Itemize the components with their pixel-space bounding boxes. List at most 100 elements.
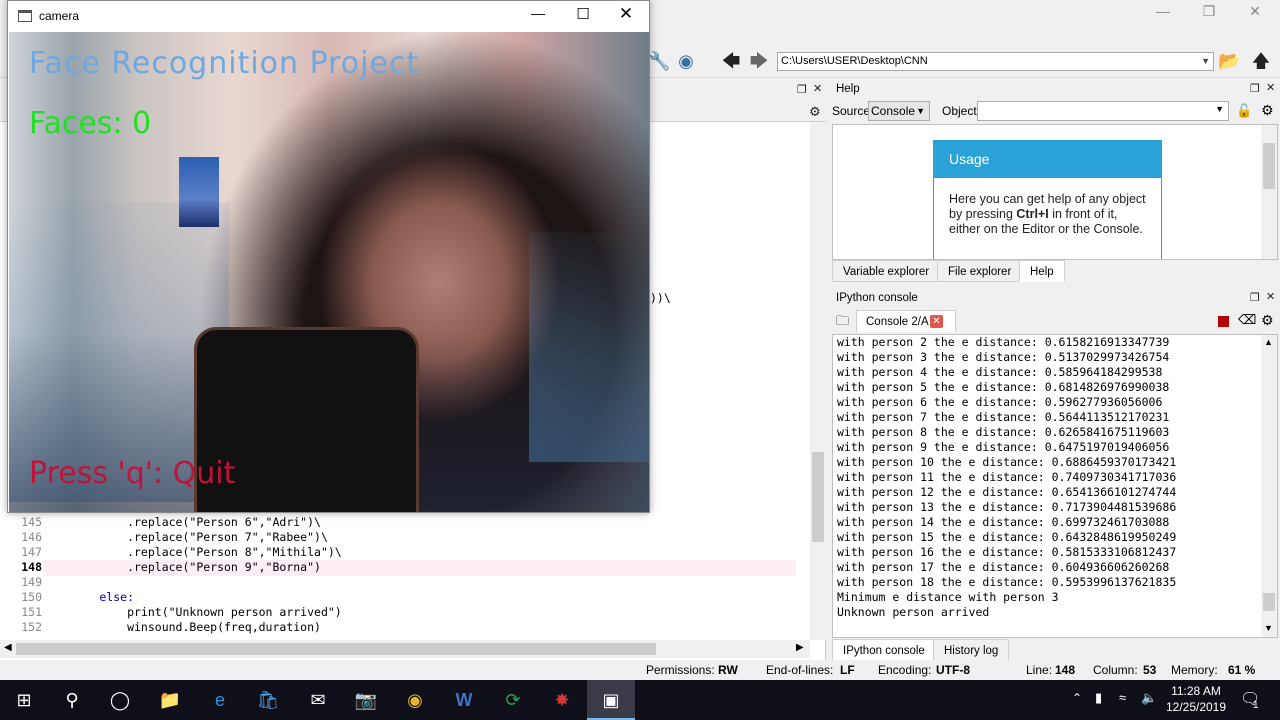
eraser-icon[interactable]: ⌫ xyxy=(1238,312,1256,328)
wifi-icon[interactable]: ≈ xyxy=(1119,690,1126,705)
gear-icon[interactable]: ⚙ xyxy=(809,104,821,120)
help-source-select[interactable]: Console ▼ xyxy=(868,101,930,121)
code-line: winsound.Beep(freq,duration) xyxy=(44,620,321,634)
tab-history-log[interactable]: History log xyxy=(933,639,1010,661)
cortana-icon[interactable]: ◯ xyxy=(96,680,144,720)
tab-ipython-console[interactable]: IPython console xyxy=(832,639,936,661)
scroll-up-icon[interactable]: ▲ xyxy=(1264,337,1273,347)
code-line: print("Unknown person arrived") xyxy=(44,605,342,619)
column-value: 53 xyxy=(1143,663,1157,677)
camera-icon[interactable]: 📷 xyxy=(342,680,390,720)
console-scrollbar[interactable]: ▲ ▼ xyxy=(1261,335,1277,637)
back-arrow-icon[interactable]: 🡄 xyxy=(720,50,742,72)
minimize-icon[interactable]: — xyxy=(1140,0,1186,24)
undock-icon[interactable]: ❐ xyxy=(797,83,807,96)
line-number: 149 xyxy=(21,575,42,589)
scrollbar-thumb[interactable] xyxy=(16,643,656,655)
help-object-input[interactable]: ▼ xyxy=(977,101,1229,121)
overlay-quit-hint: Press 'q': Quit xyxy=(29,456,236,491)
editor-overflow-text: ))\ xyxy=(650,291,671,305)
app-green-icon[interactable]: ⟳ xyxy=(489,680,537,720)
console-line: with person 8 the e distance: 0.62658416… xyxy=(837,425,1170,439)
gear-icon[interactable]: ⚙ xyxy=(1261,102,1274,119)
chevron-down-icon[interactable]: ▼ xyxy=(1201,53,1210,70)
maximize-icon[interactable]: ☐ xyxy=(563,5,603,23)
help-source-value: Console xyxy=(871,104,916,118)
editor-horizontal-scrollbar[interactable]: ◀ ▶ xyxy=(0,640,810,658)
camera-window[interactable]: camera — ☐ ✕ Face Recognition Project Fa… xyxy=(7,0,650,513)
chevron-down-icon: ▼ xyxy=(916,106,925,116)
search-icon[interactable]: ⚲ xyxy=(48,680,96,720)
console-line: with person 14 the e distance: 0.6997324… xyxy=(837,515,1170,529)
lock-icon[interactable]: 🔓 xyxy=(1236,103,1252,119)
console-line: with person 7 the e distance: 0.56441135… xyxy=(837,410,1170,424)
code-line: .replace("Person 6","Adri")\ xyxy=(44,515,321,529)
mail-icon[interactable]: ✉ xyxy=(294,680,342,720)
tab-file-explorer[interactable]: File explorer xyxy=(937,260,1023,282)
folder-icon[interactable]: 🗀 xyxy=(836,312,849,334)
line-value: 148 xyxy=(1055,663,1076,677)
chevron-up-icon[interactable]: ⌃ xyxy=(1072,691,1082,705)
stop-icon[interactable] xyxy=(1218,316,1229,327)
app-red-icon[interactable]: ✸ xyxy=(538,680,586,720)
scrollbar-thumb[interactable] xyxy=(812,452,824,542)
close-pane-icon[interactable]: ✕ xyxy=(1266,290,1275,303)
taskbar-clock[interactable]: 11:28 AM 12/25/2019 xyxy=(1156,683,1236,715)
help-source-label: Source xyxy=(832,104,871,118)
edge-icon[interactable]: e xyxy=(196,680,244,720)
close-icon[interactable]: ✕ xyxy=(606,4,646,24)
undock-icon[interactable]: ❐ xyxy=(1250,82,1260,95)
up-arrow-icon[interactable]: 🡅 xyxy=(1250,50,1272,72)
eol-value: LF xyxy=(840,663,855,677)
console-line: with person 6 the e distance: 0.59627793… xyxy=(837,395,1163,409)
store-icon[interactable]: 🛍 xyxy=(244,680,292,720)
tab-help[interactable]: Help xyxy=(1019,260,1065,282)
battery-icon[interactable]: ▮ xyxy=(1095,690,1102,706)
chevron-down-icon: ▼ xyxy=(1215,104,1224,114)
console-line: with person 17 the e distance: 0.6049366… xyxy=(837,560,1170,574)
camera-window-title: camera xyxy=(39,9,80,23)
help-scrollbar[interactable] xyxy=(1261,125,1277,259)
scrollbar-thumb[interactable] xyxy=(1263,143,1275,189)
start-icon[interactable]: ⊞ xyxy=(0,680,48,720)
eol-label: End-of-lines: xyxy=(766,663,834,677)
volume-icon[interactable]: 🔈 xyxy=(1141,690,1157,706)
scroll-left-icon[interactable]: ◀ xyxy=(4,642,12,653)
console-output[interactable]: with person 2 the e distance: 0.61582169… xyxy=(832,334,1278,638)
status-bar: Permissions: RW End-of-lines: LF Encodin… xyxy=(0,660,1280,680)
folder-open-icon[interactable]: 📂 xyxy=(1218,50,1240,72)
gear-icon[interactable]: ⚙ xyxy=(1261,312,1274,329)
python-icon[interactable]: ◉ xyxy=(675,50,697,72)
working-directory-input[interactable]: C:\Users\USER\Desktop\CNN ▼ xyxy=(777,52,1214,71)
close-tab-icon[interactable]: ✕ xyxy=(930,315,943,328)
close-pane-icon[interactable]: ✕ xyxy=(813,82,822,95)
close-icon[interactable]: ✕ xyxy=(1232,0,1278,24)
notification-count: 1 xyxy=(1253,700,1259,711)
phone-screen xyxy=(179,157,219,227)
chrome-icon[interactable]: ◉ xyxy=(391,680,439,720)
tab-variable-explorer[interactable]: Variable explorer xyxy=(832,260,941,282)
restore-icon[interactable]: ❐ xyxy=(1186,0,1232,24)
console-line: with person 15 the e distance: 0.6432848… xyxy=(837,530,1177,544)
word-icon[interactable]: W xyxy=(440,680,488,720)
undock-icon[interactable]: ❐ xyxy=(1250,291,1260,304)
console-tab[interactable]: Console 2/A ✕ xyxy=(856,310,956,332)
close-pane-icon[interactable]: ✕ xyxy=(1266,81,1275,94)
minimize-icon[interactable]: — xyxy=(518,5,558,21)
scroll-down-icon[interactable]: ▼ xyxy=(1264,623,1273,633)
wrench-icon[interactable]: 🔧 xyxy=(648,50,670,72)
console-line: with person 18 the e distance: 0.5953996… xyxy=(837,575,1177,589)
editor-vertical-scrollbar[interactable] xyxy=(810,122,826,640)
clock-date: 12/25/2019 xyxy=(1165,700,1227,714)
file-explorer-icon[interactable]: 📁 xyxy=(146,680,194,720)
help-viewer: Usage Here you can get help of any objec… xyxy=(832,124,1278,260)
console-line: with person 5 the e distance: 0.68148269… xyxy=(837,380,1170,394)
scrollbar-thumb[interactable] xyxy=(1263,593,1275,611)
scroll-right-icon[interactable]: ▶ xyxy=(796,642,804,653)
working-directory-value: C:\Users\USER\Desktop\CNN xyxy=(781,55,928,67)
usage-text: Here you can get help of any object by p… xyxy=(934,178,1161,251)
usage-title: Usage xyxy=(934,141,1161,178)
camera-titlebar[interactable]: camera — ☐ ✕ xyxy=(8,1,649,32)
spyder-window-icon[interactable]: ▣ xyxy=(587,680,635,720)
forward-arrow-icon[interactable]: 🡆 xyxy=(748,50,770,72)
